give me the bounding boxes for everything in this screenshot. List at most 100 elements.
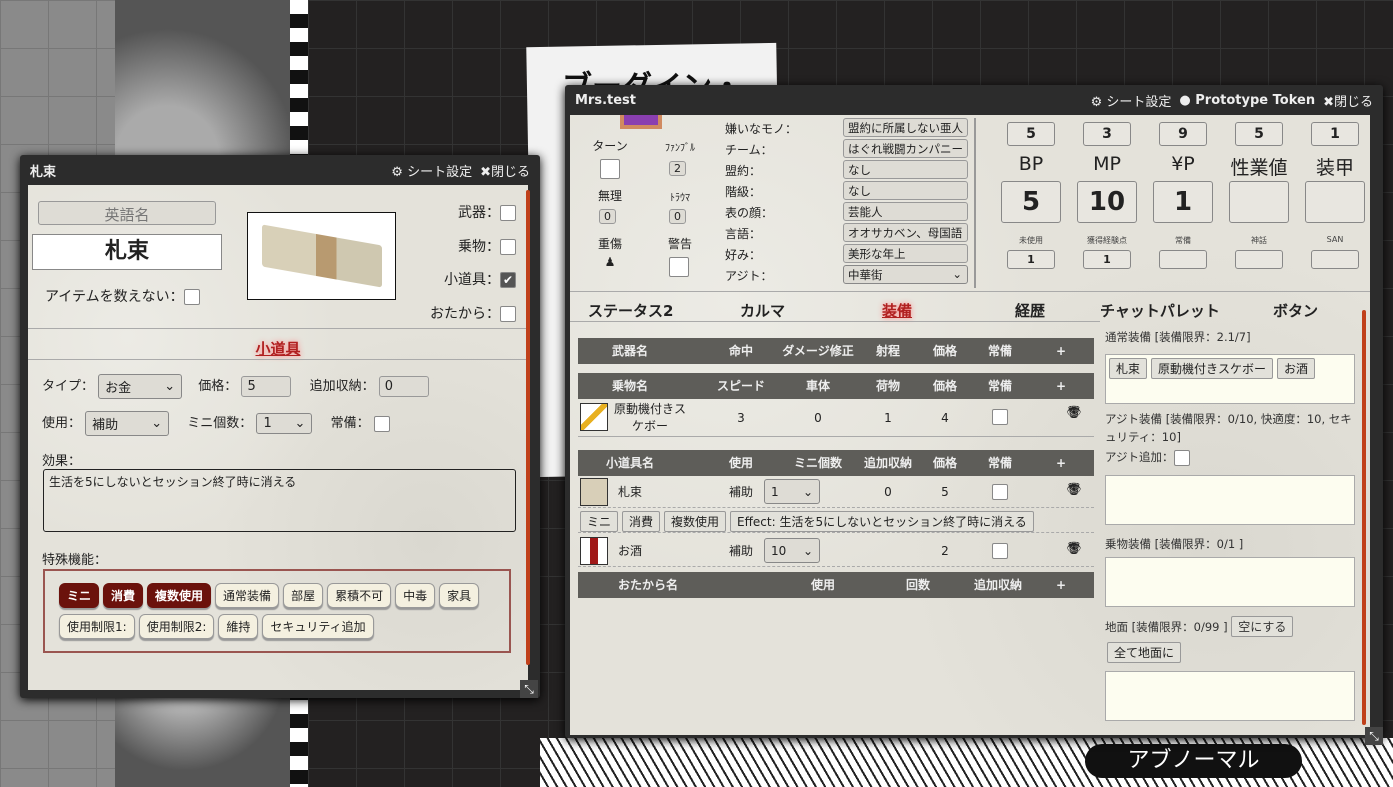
weapon-checkbox[interactable] [500,205,516,221]
gear-row[interactable]: お酒 補助 10 ⌄ 2 👁 ✎ 🗑 [578,535,1094,567]
effect-textarea[interactable]: 生活を5にしないとセッション終了時に消える [43,469,516,532]
uncountable-checkbox[interactable] [183,289,200,305]
special-chip[interactable]: セキュリティ追加 [262,614,374,639]
divider [28,359,528,360]
english-name-input[interactable]: 英語名 [38,201,216,225]
special-chip[interactable]: 維持 [218,614,259,639]
scrollbar[interactable] [526,190,530,665]
special-chip[interactable]: 部屋 [283,583,324,608]
special-chip[interactable]: ミニ [59,583,100,608]
special-chip[interactable]: 使用制限2: [138,614,215,639]
mini-count-select[interactable]: 1 ⌄ [764,479,820,504]
equipped-item[interactable]: お酒 [1277,358,1316,379]
equipment-tables: 武器名 命中 ダメージ修正 射程 価格 常備 + 乗物名 スピード 車体 荷物 価格 常備 + 原動機付きス… [570,115,1100,735]
sake-thumbnail[interactable] [580,537,608,565]
weapons-table-header: 武器名 命中 ダメージ修正 射程 価格 常備 + [578,338,1094,364]
always-checkbox[interactable] [992,543,1008,559]
trash-icon[interactable]: 🗑 [1066,399,1083,425]
mini-count-select[interactable]: 1 ⌄ [256,413,313,434]
ground-box[interactable] [1105,671,1355,721]
equipped-item[interactable]: 札束 [1109,358,1148,379]
special-chip[interactable]: 使用制限1: [59,614,135,639]
hideout-add-checkbox[interactable] [1173,449,1190,466]
gear-tag[interactable]: Effect: 生活を5にしないとセッション終了時に消える [730,511,1034,532]
character-sheet-window: Mrs.test ⚙ シート設定 ● Prototype Token ✖閉じる … [565,85,1383,745]
gear-tag[interactable]: 複数使用 [664,511,727,532]
column-header: スピード [716,379,766,393]
skateboard-thumbnail[interactable] [580,403,608,431]
always-checkbox[interactable] [373,415,390,432]
sub-stat-input[interactable] [1311,250,1359,269]
category-vehicle: 乗物： [430,231,516,265]
close-button[interactable]: ✖閉じる [480,161,530,180]
banknote-thumbnail[interactable] [580,478,608,506]
column-header: 回数 [905,578,931,592]
price-input[interactable]: 5 [241,376,292,397]
always-checkbox[interactable] [992,409,1008,425]
empty-button[interactable]: 空にする [1231,616,1294,637]
vehicle-equip-label: 乗物装備 [装備限界：0/1 ] [1105,537,1244,551]
resize-handle-icon[interactable]: ⤡ [1365,727,1383,745]
gear-tag[interactable]: ミニ [580,511,619,532]
all-to-ground-button[interactable]: 全て地面に [1107,642,1182,663]
sheet-settings-button[interactable]: ⚙ シート設定 [391,161,472,180]
scrollbar[interactable] [1362,310,1366,725]
special-chip[interactable]: 累積不可 [327,583,392,608]
label: 閉じる [1333,94,1373,110]
tab-5[interactable]: ボタン [1273,300,1318,321]
trash-icon[interactable]: 🗑 [1066,535,1083,561]
vehicle-body: 0 [814,411,822,425]
add-button[interactable]: + [1056,450,1066,476]
stat-top-input[interactable]: 5 [1235,122,1283,146]
stat-value-input[interactable] [1305,181,1365,223]
special-chip[interactable]: 複数使用 [147,583,212,608]
sub-stat-input[interactable] [1159,250,1207,269]
gear-tags: ミニ 消費 複数使用 Effect: 生活を5にしないとセッション終了時に消える [578,509,1094,533]
stat-value-input[interactable]: 1 [1153,181,1213,223]
always-checkbox[interactable] [992,484,1008,500]
trash-icon[interactable]: 🗑 [1066,476,1083,502]
gear-tag[interactable]: 消費 [622,511,661,532]
treasure-checkbox[interactable] [500,305,516,322]
vehicle-checkbox[interactable] [500,238,516,255]
stat-top-input[interactable]: 9 [1159,122,1207,146]
special-chip[interactable]: 中毒 [395,583,436,608]
close-button[interactable]: ✖閉じる [1323,91,1373,110]
add-button[interactable]: + [1056,373,1066,399]
column-header: 常備 [987,344,1013,358]
stat-value-input[interactable] [1229,181,1289,223]
item-sheet-body: 英語名 札束 アイテムを数えない： 武器： 乗物： 小道具： ✔ おたから： 小道… [28,185,528,690]
stat-top-input[interactable]: 1 [1311,122,1359,146]
title-bar[interactable]: 札束 ⚙ シート設定 ✖閉じる [20,155,540,185]
equipped-item[interactable]: 原動機付きスケボー [1151,358,1274,379]
sheet-settings-button[interactable]: ⚙ シート設定 [1091,91,1172,110]
column-header: おたから名 [617,578,679,592]
special-chip[interactable]: 通常装備 [215,583,280,608]
item-name-input[interactable]: 札束 [32,234,222,270]
mini-count-select[interactable]: 10 ⌄ [764,538,820,563]
special-chip[interactable]: 消費 [103,583,144,608]
use-select[interactable]: 補助 ⌄ [85,411,170,436]
vehicle-equip-box[interactable] [1105,557,1355,607]
type-select[interactable]: お金 ⌄ [98,374,183,399]
prototype-token-button[interactable]: ● Prototype Token [1179,93,1315,108]
sub-stat-input[interactable] [1235,250,1283,269]
gear-name: 札束 [617,485,643,499]
hideout-equip-box[interactable] [1105,475,1355,525]
gear-checkbox[interactable]: ✔ [500,272,516,288]
vehicle-row[interactable]: 原動機付きスケボー 3 0 1 4 👁 ✎ 🗑 [578,399,1094,437]
gear-row[interactable]: 札束 補助 1 ⌄ 0 5 👁 ✎ 🗑 [578,476,1094,508]
column-header: ミニ個数 [793,456,843,470]
category-checks: 武器： 乗物： 小道具： ✔ おたから： [430,197,516,331]
sub-stat-label: 常備 [1175,236,1191,245]
special-chip[interactable]: 家具 [439,583,480,608]
title-bar[interactable]: Mrs.test ⚙ シート設定 ● Prototype Token ✖閉じる [565,85,1383,115]
add-button[interactable]: + [1056,572,1066,598]
add-button[interactable]: + [1056,338,1066,364]
tab-4[interactable]: チャットパレット [1100,300,1220,321]
label: 閉じる [490,164,530,180]
normal-equip-box[interactable]: 札束 原動機付きスケボー お酒 [1105,354,1355,404]
resize-handle-icon[interactable]: ⤡ [520,680,538,698]
storage-input[interactable]: 0 [378,376,429,397]
item-image[interactable] [247,212,396,300]
